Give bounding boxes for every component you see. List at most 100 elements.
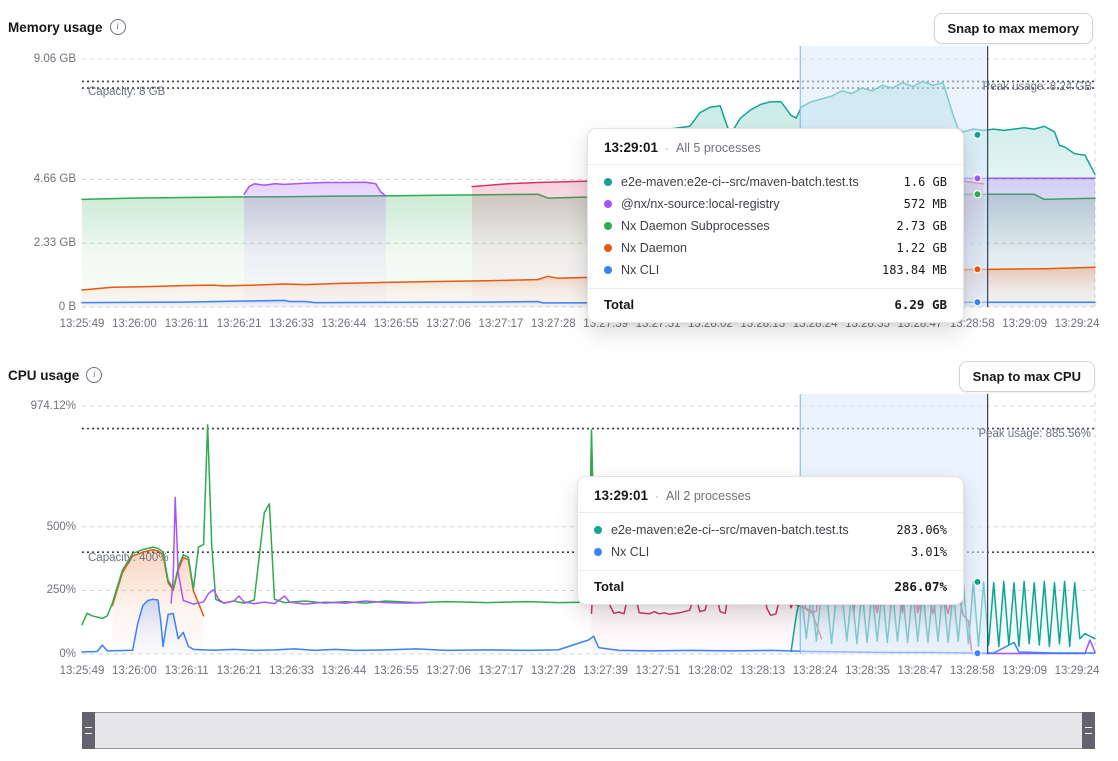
- series-color-dot-icon: [594, 548, 602, 556]
- info-icon[interactable]: i: [110, 19, 126, 35]
- tooltip-separator: ·: [665, 141, 669, 155]
- process-value: 2.73 GB: [896, 219, 947, 233]
- process-value: 572 MB: [904, 197, 947, 211]
- memory-capacity-label: Capacity: 8 GB: [88, 86, 165, 98]
- cpu-x-tick-label: 13:27:06: [426, 664, 471, 678]
- cpu-series-local-registry: [171, 497, 426, 604]
- tooltip-row: e2e-maven:e2e-ci--src/maven-batch.test.t…: [594, 519, 947, 541]
- series-color-dot-icon: [594, 526, 602, 534]
- process-name: Nx CLI: [621, 263, 873, 277]
- brush-handle-right[interactable]: [1082, 712, 1095, 749]
- cpu-x-tick-label: 13:26:00: [112, 664, 157, 678]
- cpu-tooltip-total: Total 286.07%: [578, 570, 963, 604]
- memory-x-tick-label: 13:26:11: [165, 317, 209, 331]
- cpu-x-tick-label: 13:28:47: [898, 664, 943, 678]
- memory-x-tick-label: 13:29:09: [1002, 317, 1047, 331]
- process-name: e2e-maven:e2e-ci--src/maven-batch.test.t…: [621, 175, 895, 189]
- tooltip-time: 13:29:01: [604, 140, 658, 155]
- process-value: 3.01%: [911, 545, 947, 559]
- process-name: Nx Daemon: [621, 241, 887, 255]
- cpu-section-title: CPU usage i: [8, 367, 102, 383]
- brush-grip-icon: [1085, 727, 1092, 734]
- cpu-tooltip-header: 13:29:01 · All 2 processes: [578, 477, 963, 512]
- process-value: 1.6 GB: [904, 175, 947, 189]
- brush-grip-icon: [85, 727, 92, 734]
- cpu-x-tick-label: 13:28:02: [688, 664, 733, 678]
- series-color-dot-icon: [604, 266, 612, 274]
- memory-x-tick-label: 13:26:00: [112, 317, 157, 331]
- cpu-x-tick-label: 13:26:21: [217, 664, 262, 678]
- memory-hover-point: [974, 298, 981, 305]
- cpu-x-tick-label: 13:27:39: [583, 664, 628, 678]
- cpu-hover-point: [974, 578, 981, 585]
- process-name: e2e-maven:e2e-ci--src/maven-batch.test.t…: [611, 523, 887, 537]
- cpu-x-tick-label: 13:29:09: [1002, 664, 1047, 678]
- cpu-tooltip-rows: e2e-maven:e2e-ci--src/maven-batch.test.t…: [578, 513, 963, 565]
- memory-hover-point: [974, 266, 981, 273]
- tooltip-row: Nx CLI 3.01%: [594, 541, 947, 563]
- memory-x-tick-label: 13:29:24: [1055, 317, 1100, 331]
- process-value: 283.06%: [896, 523, 947, 537]
- tooltip-row: Nx Daemon Subprocesses 2.73 GB: [604, 215, 947, 237]
- total-value: 286.07%: [894, 579, 947, 594]
- memory-hover-point: [974, 191, 981, 198]
- total-value: 6.29 GB: [894, 297, 947, 312]
- memory-x-tick-label: 13:25:49: [60, 317, 105, 331]
- brush-handle-left[interactable]: [82, 712, 95, 749]
- cpu-x-tick-label: 13:26:33: [269, 664, 314, 678]
- memory-tooltip-header: 13:29:01 · All 5 processes: [588, 129, 963, 164]
- memory-x-tick-label: 13:27:17: [479, 317, 524, 331]
- memory-tooltip: 13:29:01 · All 5 processes e2e-maven:e2e…: [587, 128, 964, 323]
- cpu-peak-label: Peak usage: 885.56%: [978, 428, 1091, 440]
- snap-to-max-memory-button[interactable]: Snap to max memory: [934, 13, 1094, 44]
- cpu-x-tick-label: 13:26:55: [374, 664, 419, 678]
- cpu-x-tick-label: 13:28:35: [845, 664, 890, 678]
- tooltip-row: e2e-maven:e2e-ci--src/maven-batch.test.t…: [604, 171, 947, 193]
- cpu-x-tick-label: 13:28:13: [740, 664, 785, 678]
- cpu-x-tick-label: 13:26:44: [321, 664, 366, 678]
- memory-x-tick-label: 13:26:33: [269, 317, 314, 331]
- memory-hover-point: [974, 175, 981, 182]
- time-range-brush[interactable]: [82, 712, 1095, 749]
- cpu-tooltip: 13:29:01 · All 2 processes e2e-maven:e2e…: [577, 476, 964, 605]
- series-color-dot-icon: [604, 178, 612, 186]
- memory-tooltip-rows: e2e-maven:e2e-ci--src/maven-batch.test.t…: [588, 165, 963, 283]
- process-name: Nx Daemon Subprocesses: [621, 219, 887, 233]
- cpu-hover-point: [974, 650, 981, 657]
- memory-x-tick-label: 13:27:06: [426, 317, 471, 331]
- cpu-x-tick-label: 13:26:11: [165, 664, 209, 678]
- tooltip-separator: ·: [655, 489, 659, 503]
- process-value: 183.84 MB: [882, 263, 947, 277]
- cpu-x-tick-label: 13:28:24: [793, 664, 838, 678]
- process-name: @nx/nx-source:local-registry: [621, 197, 895, 211]
- tooltip-row: Nx CLI 183.84 MB: [604, 259, 947, 281]
- cpu-x-tick-label: 13:29:24: [1055, 664, 1100, 678]
- cpu-x-tick-label: 13:25:49: [60, 664, 105, 678]
- tooltip-row: Nx Daemon 1.22 GB: [604, 237, 947, 259]
- cpu-x-tick-label: 13:27:51: [636, 664, 681, 678]
- memory-peak-label: Peak usage: 8.24 GB: [983, 81, 1092, 93]
- total-label: Total: [604, 297, 634, 312]
- snap-to-max-cpu-button[interactable]: Snap to max CPU: [959, 361, 1095, 392]
- cpu-capacity-label: Capacity: 400%: [88, 552, 169, 564]
- cpu-x-tick-label: 13:27:17: [479, 664, 524, 678]
- process-value: 1.22 GB: [896, 241, 947, 255]
- memory-x-tick-label: 13:26:21: [217, 317, 262, 331]
- memory-tooltip-total: Total 6.29 GB: [588, 288, 963, 322]
- memory-x-tick-label: 13:27:28: [531, 317, 576, 331]
- cpu-x-tick-label: 13:27:28: [531, 664, 576, 678]
- series-color-dot-icon: [604, 222, 612, 230]
- memory-title-text: Memory usage: [8, 20, 103, 35]
- series-color-dot-icon: [604, 244, 612, 252]
- memory-hover-point: [974, 131, 981, 138]
- nx-profiler-app: Memory usage i Snap to max memory CPU us…: [0, 0, 1118, 761]
- tooltip-subtitle: All 2 processes: [666, 489, 751, 503]
- total-label: Total: [594, 579, 624, 594]
- tooltip-time: 13:29:01: [594, 488, 648, 503]
- process-name: Nx CLI: [611, 545, 902, 559]
- info-icon[interactable]: i: [86, 367, 102, 383]
- cpu-title-text: CPU usage: [8, 368, 79, 383]
- memory-section-title: Memory usage i: [8, 19, 126, 35]
- series-color-dot-icon: [604, 200, 612, 208]
- memory-x-tick-label: 13:26:55: [374, 317, 419, 331]
